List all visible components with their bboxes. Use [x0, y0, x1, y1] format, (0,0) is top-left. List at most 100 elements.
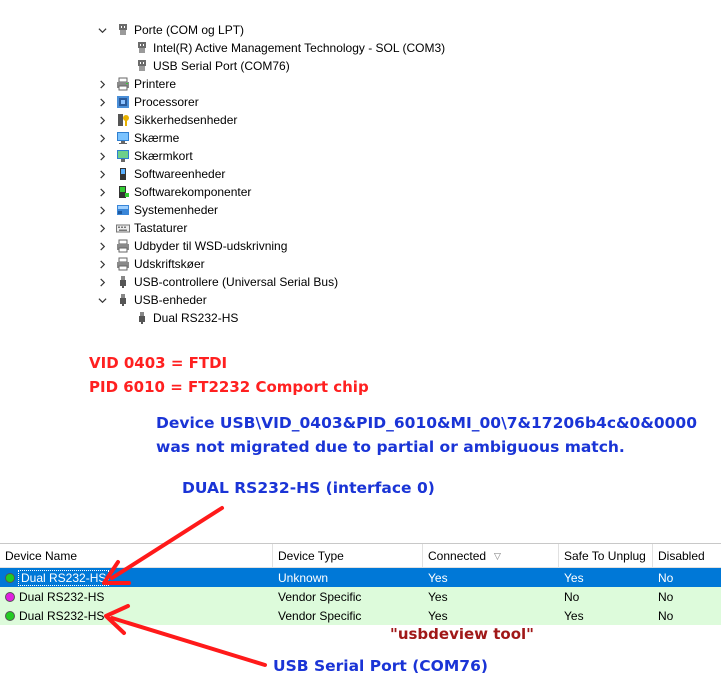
- tree-item-software-components[interactable]: Softwarekomponenter: [96, 183, 251, 201]
- chevron-right-icon[interactable]: [96, 258, 108, 270]
- chevron-right-icon[interactable]: [96, 276, 108, 288]
- table-row[interactable]: Dual RS232-HS Vendor Specific Yes No No: [0, 587, 721, 606]
- cell-safe-to-unplug: Yes: [564, 570, 584, 585]
- tree-item-monitors[interactable]: Skærme: [96, 129, 179, 147]
- table-row[interactable]: Dual RS232-HS Unknown Yes Yes No: [0, 568, 721, 587]
- annotation-pid: PID 6010 = FT2232 Comport chip: [89, 378, 369, 396]
- keyboard-icon: [116, 221, 130, 235]
- annotation-com76: USB Serial Port (COM76): [273, 657, 488, 675]
- chevron-down-icon[interactable]: [96, 24, 108, 36]
- tree-item-label: Printere: [134, 77, 177, 91]
- tree-item-printers[interactable]: Printere: [96, 75, 176, 93]
- column-header-device-name[interactable]: Device Name: [0, 544, 273, 568]
- tree-item-usb-serial-com76[interactable]: USB Serial Port (COM76): [135, 57, 290, 75]
- column-header-connected[interactable]: Connected ▽: [423, 544, 559, 568]
- status-led-icon: [5, 572, 15, 583]
- tree-item-label: Porte (COM og LPT): [134, 23, 245, 37]
- chevron-right-icon[interactable]: [96, 204, 108, 216]
- tree-item-security-devices[interactable]: Sikkerhedsenheder: [96, 111, 237, 129]
- column-header-label: Connected: [428, 549, 487, 563]
- chevron-right-icon[interactable]: [96, 168, 108, 180]
- annotation-device-line2: was not migrated due to partial or ambig…: [156, 438, 625, 456]
- cell-safe-to-unplug: No: [564, 589, 580, 604]
- printer-icon: [116, 239, 130, 253]
- tree-item-label: Udbyder til WSD-udskrivning: [134, 239, 288, 253]
- tree-item-label: Sikkerhedsenheder: [134, 113, 238, 127]
- tree-item-label: Intel(R) Active Management Technology - …: [153, 41, 446, 55]
- chevron-right-icon[interactable]: [96, 114, 108, 126]
- software-component-icon: [116, 185, 130, 199]
- processor-icon: [116, 95, 130, 109]
- chevron-right-icon[interactable]: [96, 132, 108, 144]
- chevron-right-icon[interactable]: [96, 150, 108, 162]
- tree-item-usb-controllers[interactable]: USB-controllere (Universal Serial Bus): [96, 273, 338, 291]
- table-row[interactable]: Dual RS232-HS Vendor Specific Yes Yes No: [0, 606, 721, 625]
- tree-item-system-devices[interactable]: Systemenheder: [96, 201, 218, 219]
- annotation-device-line1: Device USB\VID_0403&PID_6010&MI_00\7&172…: [156, 414, 697, 432]
- usbdeview-device-table: Device Name Device Type Connected ▽ Safe …: [0, 543, 721, 628]
- security-key-icon: [116, 113, 130, 127]
- tree-item-label: Systemenheder: [134, 203, 219, 217]
- system-device-icon: [116, 203, 130, 217]
- tree-item-software-devices[interactable]: Softwareenheder: [96, 165, 225, 183]
- cell-disabled: No: [658, 608, 674, 623]
- tree-item-label: Dual RS232-HS: [153, 311, 239, 325]
- cell-disabled: No: [658, 570, 674, 585]
- tree-item-dual-rs232-hs[interactable]: Dual RS232-HS: [135, 309, 238, 327]
- usb-icon: [116, 293, 130, 307]
- cell-safe-to-unplug: Yes: [564, 608, 584, 623]
- tree-item-display-adapters[interactable]: Skærmkort: [96, 147, 193, 165]
- tree-item-intel-amt-com3[interactable]: Intel(R) Active Management Technology - …: [135, 39, 445, 57]
- tree-item-label: USB Serial Port (COM76): [153, 59, 290, 73]
- printer-icon: [116, 77, 130, 91]
- column-header-safe-to-unplug[interactable]: Safe To Unplug: [559, 544, 653, 568]
- port-icon: [135, 41, 149, 55]
- tree-item-wsd-print-provider[interactable]: Udbyder til WSD-udskrivning: [96, 237, 287, 255]
- column-header-disabled[interactable]: Disabled: [653, 544, 721, 568]
- tree-item-label: USB-enheder: [134, 293, 207, 307]
- tree-item-label: Skærmkort: [134, 149, 193, 163]
- chevron-right-icon[interactable]: [96, 222, 108, 234]
- tree-item-usb-devices[interactable]: USB-enheder: [96, 291, 207, 309]
- tree-item-keyboards[interactable]: Tastaturer: [96, 219, 187, 237]
- monitor-icon: [116, 131, 130, 145]
- tree-item-ports[interactable]: Porte (COM og LPT): [96, 21, 244, 39]
- cell-device-type: Vendor Specific: [278, 608, 362, 623]
- status-led-icon: [5, 610, 15, 621]
- tree-item-label: Udskriftskøer: [134, 257, 205, 271]
- cell-disabled: No: [658, 589, 674, 604]
- tree-item-label: Softwarekomponenter: [134, 185, 252, 199]
- printer-icon: [116, 257, 130, 271]
- tree-item-label: USB-controllere (Universal Serial Bus): [134, 275, 339, 289]
- chevron-right-icon[interactable]: [96, 240, 108, 252]
- annotation-interface0: DUAL RS232-HS (interface 0): [182, 479, 435, 497]
- column-header-label: Device Type: [278, 549, 344, 563]
- chevron-right-icon[interactable]: [96, 186, 108, 198]
- cell-device-name: Dual RS232-HS: [19, 589, 105, 604]
- status-led-icon: [5, 591, 15, 602]
- software-device-icon: [116, 167, 130, 181]
- port-icon: [135, 59, 149, 73]
- cell-device-type: Unknown: [278, 570, 329, 585]
- cell-device-name: Dual RS232-HS: [19, 608, 105, 623]
- table-header: Device Name Device Type Connected ▽ Safe …: [0, 544, 721, 568]
- chevron-down-icon[interactable]: [96, 294, 108, 306]
- chevron-right-icon[interactable]: [96, 78, 108, 90]
- column-header-device-type[interactable]: Device Type: [273, 544, 423, 568]
- chevron-right-icon[interactable]: [96, 96, 108, 108]
- usb-icon: [116, 275, 130, 289]
- annotation-vid: VID 0403 = FTDI: [89, 354, 228, 372]
- column-header-label: Safe To Unplug: [564, 549, 646, 563]
- cell-device-type: Vendor Specific: [278, 589, 362, 604]
- tree-item-print-queues[interactable]: Udskriftskøer: [96, 255, 205, 273]
- tree-item-label: Softwareenheder: [134, 167, 226, 181]
- cell-device-name: Dual RS232-HS: [17, 569, 110, 586]
- tree-item-label: Processorer: [134, 95, 199, 109]
- cell-connected: Yes: [428, 570, 448, 585]
- tree-item-processors[interactable]: Processorer: [96, 93, 199, 111]
- port-icon: [116, 23, 130, 37]
- usb-icon: [135, 311, 149, 325]
- column-header-label: Device Name: [5, 549, 78, 563]
- sort-descending-icon: ▽: [494, 550, 501, 561]
- tree-item-label: Skærme: [134, 131, 180, 145]
